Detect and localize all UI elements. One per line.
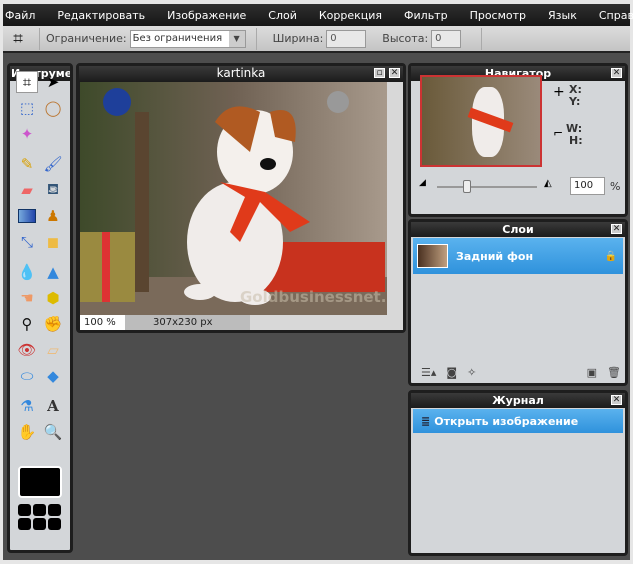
menu-language[interactable]: Язык	[548, 9, 577, 22]
layers-footer: ☰▴ ◙ ✧ ▣ 🗑	[421, 366, 621, 379]
layers-title: Слои	[502, 223, 534, 236]
vertical-scrollbar[interactable]	[387, 82, 403, 315]
layers-panel: Слои ✕ Задний фон 🔒 ☰▴ ◙ ✧ ▣ 🗑	[408, 219, 628, 386]
slider-handle[interactable]	[463, 180, 471, 193]
width-label: Ширина:	[272, 32, 324, 45]
menu-file[interactable]: Файл	[5, 9, 35, 22]
lasso-tool[interactable]: ◯	[42, 97, 64, 119]
selection-size-icon: ⌐	[553, 126, 564, 140]
zoom-slider[interactable]	[437, 180, 537, 193]
navigator-panel: Навигатор ✕ + X: Y: ⌐ W: H: ◢ ◭ 100 %	[408, 63, 628, 217]
pinch-tool[interactable]: ◆	[42, 365, 64, 387]
shape-tool[interactable]: ◼	[42, 231, 64, 253]
bloat-tool[interactable]: ⬭	[16, 365, 38, 387]
crop-tool[interactable]: ⌗	[16, 71, 38, 93]
close-icon[interactable]: ✕	[611, 68, 622, 78]
burn-tool[interactable]: ✊	[42, 313, 64, 335]
tools-panel: Инструменты ⌗ ➤ ⬚ ◯ ✦ ✎ 🖌 ▰ ⛾ ♟ ⤡ ◼ 💧 ▲ …	[7, 63, 73, 553]
blur-tool[interactable]: 💧	[16, 261, 38, 283]
menu-help[interactable]: Справка	[599, 9, 633, 22]
watermark: Goldbusinessnet.com	[240, 288, 387, 306]
trash-icon[interactable]: 🗑	[607, 366, 621, 379]
smudge-tool[interactable]: ☚	[16, 287, 38, 309]
zoom-input[interactable]: 100	[570, 177, 605, 195]
constraint-select[interactable]: Без ограничения ▼	[129, 29, 246, 48]
menu-adjustment[interactable]: Коррекция	[319, 9, 382, 22]
percent-label: %	[610, 180, 621, 193]
options-toolbar: ⌗ Ограничение: Без ограничения ▼ Ширина:…	[3, 26, 630, 53]
crop-icon: ⌗	[13, 28, 23, 49]
constraint-label: Ограничение:	[46, 32, 127, 45]
gradient-tool[interactable]	[16, 205, 38, 227]
history-open-icon: ≣	[421, 414, 431, 428]
history-item[interactable]: ≣ Открыть изображение	[413, 409, 623, 433]
menu-edit[interactable]: Редактировать	[57, 9, 145, 22]
color-replace-tool[interactable]: ⤡	[16, 231, 38, 253]
clone-stamp-tool[interactable]: ♟	[42, 205, 64, 227]
layer-name: Задний фон	[456, 249, 534, 263]
layer-thumbnail	[417, 244, 448, 268]
color-swatch[interactable]	[18, 466, 62, 498]
status-bar: 100 % 307x230 px	[80, 315, 403, 330]
zoom-out-icon[interactable]: ◢	[419, 178, 426, 188]
new-layer-icon[interactable]: ▣	[587, 366, 597, 379]
y-label: Y:	[569, 95, 581, 108]
move-tool[interactable]: ➤	[42, 71, 64, 93]
brush-tool[interactable]: 🖌	[42, 153, 64, 175]
marquee-tool[interactable]: ⬚	[16, 97, 38, 119]
eraser-tool[interactable]: ▰	[16, 179, 38, 201]
text-tool[interactable]: A	[42, 395, 64, 417]
document-title: kartinka	[216, 66, 266, 80]
layer-mask-icon[interactable]: ◙	[446, 366, 457, 379]
image-window-title: kartinka ▫ ✕	[79, 66, 403, 82]
crosshair-icon: +	[553, 84, 565, 100]
canvas[interactable]: Goldbusinessnet.com	[80, 82, 387, 315]
spot-heal-tool[interactable]: ▱	[42, 339, 64, 361]
constraint-value: Без ограничения	[132, 32, 223, 44]
image-window: kartinka ▫ ✕ Goldbusinessnet. 100 % 307x…	[76, 63, 406, 333]
sponge-tool[interactable]: ⬢	[42, 287, 64, 309]
h-label: H:	[569, 134, 583, 147]
red-eye-tool[interactable]: 👁	[16, 339, 38, 361]
sharpen-tool[interactable]: ▲	[42, 261, 64, 283]
pencil-tool[interactable]: ✎	[16, 153, 38, 175]
navigator-thumbnail[interactable]	[420, 75, 542, 167]
width-input[interactable]: 0	[326, 29, 367, 48]
menu-filter[interactable]: Фильтр	[404, 9, 448, 22]
zoom-in-icon[interactable]: ◭	[544, 178, 552, 189]
history-panel: Журнал ✕ ≣ Открыть изображение	[408, 390, 628, 556]
close-icon[interactable]: ✕	[611, 395, 622, 405]
chevron-down-icon: ▼	[228, 30, 245, 47]
close-icon[interactable]: ✕	[611, 224, 622, 234]
menu-view[interactable]: Просмотр	[470, 9, 526, 22]
image-dimensions: 307x230 px	[125, 315, 250, 330]
dog-photo	[80, 82, 387, 315]
zoom-tool[interactable]: 🔍	[42, 421, 64, 443]
menu-bar: Файл Редактировать Изображение Слой Корр…	[3, 4, 633, 26]
lock-icon[interactable]: 🔒	[605, 251, 617, 262]
height-input[interactable]: 0	[431, 29, 462, 48]
pixlr-editor: Файл Редактировать Изображение Слой Корр…	[3, 4, 633, 560]
layer-style-icon[interactable]: ✧	[467, 366, 476, 379]
color-picker-tool[interactable]: ⚗	[16, 395, 38, 417]
layer-settings-icon[interactable]: ☰▴	[421, 366, 436, 379]
layer-item[interactable]: Задний фон 🔒	[413, 238, 623, 274]
height-label: Высота:	[382, 32, 429, 45]
swatch-grid[interactable]	[18, 504, 64, 530]
history-item-label: Открыть изображение	[434, 414, 579, 428]
hand-tool[interactable]: ✋	[16, 421, 38, 443]
paint-bucket-tool[interactable]: ⛾	[42, 179, 64, 201]
menu-layer[interactable]: Слой	[268, 9, 297, 22]
menu-image[interactable]: Изображение	[167, 9, 246, 22]
history-title: Журнал	[492, 394, 544, 407]
maximize-button[interactable]: ▫	[374, 68, 385, 78]
dodge-tool[interactable]: ⚲	[16, 313, 38, 335]
zoom-level[interactable]: 100 %	[80, 315, 125, 330]
magic-wand-tool[interactable]: ✦	[16, 123, 38, 145]
close-button[interactable]: ✕	[389, 68, 400, 78]
